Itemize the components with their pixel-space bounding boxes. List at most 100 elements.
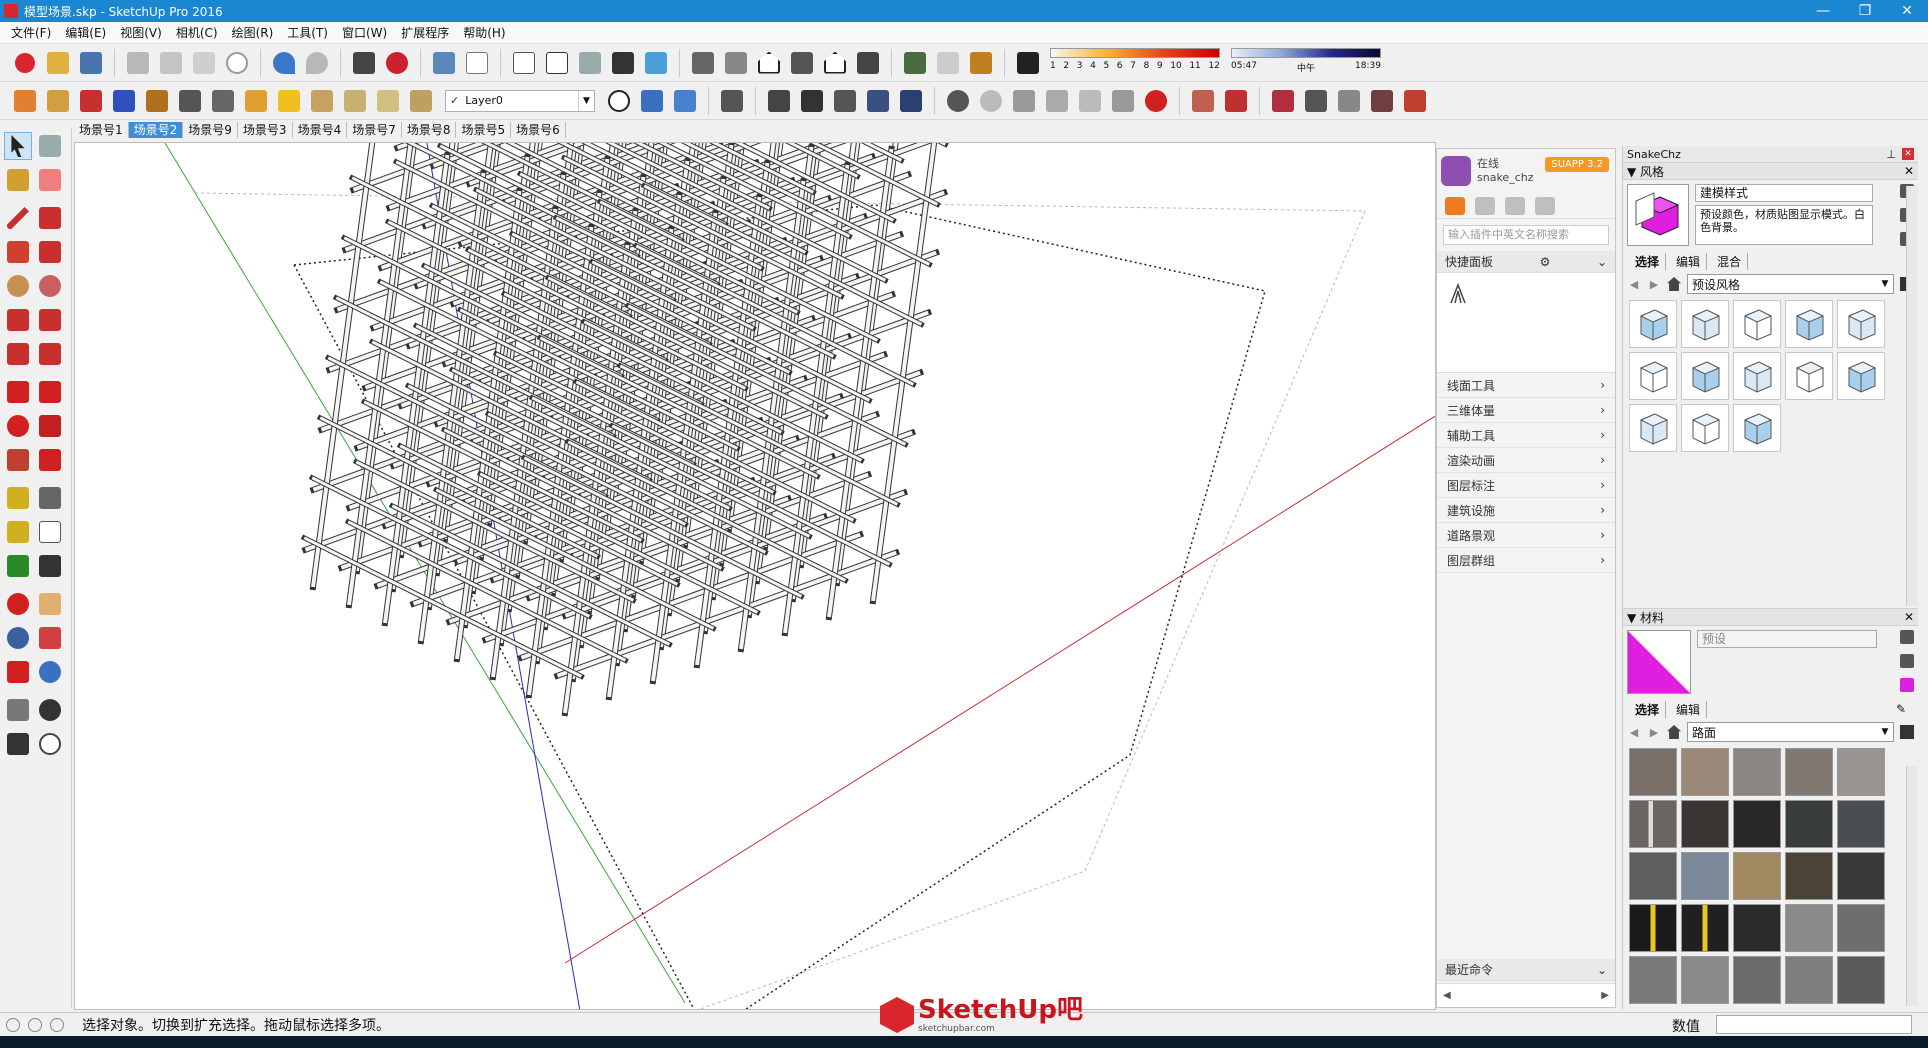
grid-frame-model[interactable] (300, 143, 952, 717)
solid-union-icon[interactable] (764, 86, 794, 116)
style-name-field[interactable]: 建模样式 (1695, 184, 1873, 202)
close-icon[interactable]: ✕ (1904, 164, 1914, 178)
materials-tab-edit[interactable]: 编辑 (1670, 700, 1708, 718)
home-icon[interactable] (1445, 196, 1465, 215)
material-swatch-item[interactable] (1629, 748, 1677, 796)
menu-help[interactable]: 帮助(H) (456, 24, 512, 41)
photo-texture-icon[interactable] (966, 48, 996, 78)
style-library-select[interactable]: 预设风格 ▼ (1687, 274, 1894, 294)
user-icon[interactable] (1505, 196, 1525, 215)
cut-button[interactable] (123, 48, 153, 78)
plugin-item-render[interactable]: 渲染动画 › (1437, 448, 1615, 473)
component-tool-icon[interactable] (36, 132, 64, 160)
style-thumbnail-item[interactable] (1629, 352, 1677, 400)
menu-view[interactable]: 视图(V) (113, 24, 169, 41)
menu-tools[interactable]: 工具(T) (280, 24, 335, 41)
zoom-tool-icon[interactable] (4, 624, 32, 652)
panel-scroll[interactable]: ◀ ▶ (1437, 983, 1615, 1007)
select-tool-icon[interactable] (4, 132, 32, 160)
iso-view-icon[interactable] (688, 48, 718, 78)
solid-split-icon[interactable] (896, 86, 926, 116)
move-tool-icon[interactable] (4, 378, 32, 406)
panel-icon[interactable] (1475, 196, 1495, 215)
shadows-toggle-icon[interactable] (1013, 48, 1043, 78)
terrain-icon[interactable] (933, 48, 963, 78)
fold-icon[interactable] (307, 86, 337, 116)
plugin-item-landscape[interactable]: 道路景观 › (1437, 523, 1615, 548)
delete-red-icon[interactable] (1141, 86, 1171, 116)
3d-text-tool-icon[interactable] (36, 552, 64, 580)
material-swatch-item[interactable] (1837, 800, 1885, 848)
materials-scrollbar[interactable] (1906, 766, 1918, 1006)
pin-icon[interactable]: ⊥ (1886, 148, 1896, 161)
pan-tool-icon[interactable] (36, 590, 64, 618)
zoom-extents-tool-icon[interactable] (4, 658, 32, 686)
terrain-smooth-icon[interactable] (1301, 86, 1331, 116)
orbit-target-icon[interactable] (604, 86, 634, 116)
shaded-textures-style-icon[interactable] (608, 48, 638, 78)
material-swatch-item[interactable] (1733, 800, 1781, 848)
style-thumbnail-item[interactable] (1629, 404, 1677, 452)
scene-tab[interactable]: 场景号4 (293, 122, 348, 138)
position-camera-tool-icon[interactable] (4, 696, 32, 724)
material-swatch-item[interactable] (1681, 748, 1729, 796)
material-swatch-item[interactable] (1629, 904, 1677, 952)
material-library-select[interactable]: 路面 ▼ (1687, 722, 1894, 742)
top-view-icon[interactable] (721, 48, 751, 78)
user-icon[interactable] (50, 1017, 64, 1032)
circle-tool-icon[interactable] (4, 272, 32, 300)
film-edit-icon[interactable] (1042, 86, 1072, 116)
scene-tab-active[interactable]: 场景号2 (128, 122, 184, 138)
material-swatch-item[interactable] (1785, 800, 1833, 848)
material-swatch-item[interactable] (1785, 748, 1833, 796)
paint-bucket-tool-icon[interactable] (4, 166, 32, 194)
loft-icon[interactable] (241, 86, 271, 116)
style-thumbnail-item[interactable] (1681, 404, 1729, 452)
styles-tab-edit[interactable]: 编辑 (1670, 252, 1708, 270)
eyedropper-icon[interactable]: ✎ (1890, 702, 1912, 716)
component-rotate-icon[interactable] (637, 86, 667, 116)
shaded-style-icon[interactable] (575, 48, 605, 78)
protractor-tool-icon[interactable] (4, 518, 32, 546)
style-thumbnail-item[interactable] (1837, 300, 1885, 348)
scene-tab[interactable]: 场景号3 (238, 122, 293, 138)
offset-tool-icon[interactable] (36, 446, 64, 474)
material-swatch-item[interactable] (1785, 852, 1833, 900)
style-thumbnail-item[interactable] (1785, 352, 1833, 400)
tape-measure-tool-icon[interactable] (4, 484, 32, 512)
scene-tab[interactable]: 场景号8 (402, 122, 457, 138)
look-around-tool-icon[interactable] (36, 696, 64, 724)
material-swatch-item[interactable] (1837, 956, 1885, 1004)
style-thumbnail-item[interactable] (1681, 300, 1729, 348)
flip-edge-icon[interactable] (1400, 86, 1430, 116)
grid-icon[interactable] (373, 86, 403, 116)
axes-tool-icon[interactable] (4, 552, 32, 580)
select-pick-icon[interactable] (208, 86, 238, 116)
styles-header[interactable]: ▼ 风格 ✕ (1623, 162, 1918, 180)
menu-extensions[interactable]: 扩展程序 (394, 24, 456, 41)
roof-icon[interactable] (340, 86, 370, 116)
styles-tab-select[interactable]: 选择 (1629, 252, 1667, 270)
text-tool-icon[interactable] (36, 518, 64, 546)
lines-tool-icon[interactable] (1447, 283, 1469, 305)
style-thumbnail-item[interactable] (1733, 352, 1781, 400)
dimension-tool-icon[interactable] (36, 484, 64, 512)
menu-window[interactable]: 窗口(W) (335, 24, 394, 41)
style-thumbnail-item[interactable] (1733, 404, 1781, 452)
stamp-icon[interactable] (1334, 86, 1364, 116)
sphere-icon[interactable] (976, 86, 1006, 116)
menu-edit[interactable]: 编辑(E) (58, 24, 113, 41)
default-material-icon[interactable] (1900, 678, 1914, 692)
back-arrow-icon[interactable]: ◀ (1627, 726, 1641, 739)
follow-me-tool-icon[interactable] (36, 412, 64, 440)
material-swatch-item[interactable] (1681, 800, 1729, 848)
material-swatch-item[interactable] (1681, 904, 1729, 952)
recent-commands[interactable]: 最近命令 ⌄ (1437, 959, 1615, 981)
solid-subtract-icon[interactable] (797, 86, 827, 116)
pencil-tool-icon[interactable] (4, 204, 32, 232)
open-file-button[interactable] (43, 48, 73, 78)
tube-icon[interactable] (274, 86, 304, 116)
home-icon[interactable] (1667, 725, 1681, 739)
material-swatch-item[interactable] (1785, 956, 1833, 1004)
material-swatch-item[interactable] (1837, 904, 1885, 952)
